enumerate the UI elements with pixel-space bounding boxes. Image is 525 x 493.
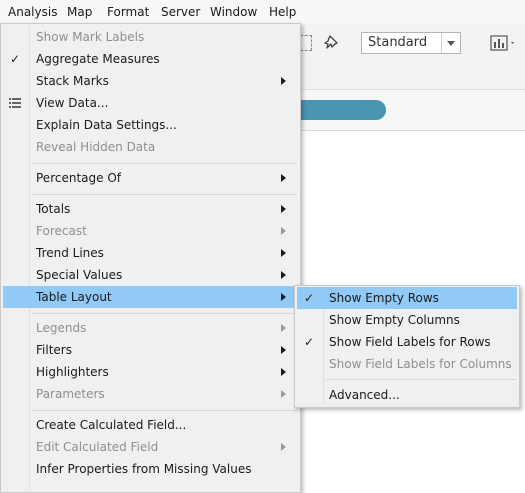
menu-item-label: Edit Calculated Field [36, 440, 159, 454]
menu-item-label: Table Layout [36, 290, 112, 304]
menu-item-reveal-hidden-data[interactable]: Reveal Hidden Data [3, 136, 298, 158]
menu-item-label: Special Values [36, 268, 123, 282]
menu-item-legends[interactable]: Legends [3, 317, 298, 339]
menu-item-label: Percentage Of [36, 171, 121, 185]
menu-item-label: Parameters [36, 387, 105, 401]
fit-select-value: Standard [368, 35, 428, 50]
analysis-menu: Show Mark Labels ✓ Aggregate Measures St… [0, 23, 301, 493]
menu-item-special-values[interactable]: Special Values [3, 264, 298, 286]
menu-separator [32, 410, 297, 411]
menu-item-show-empty-columns[interactable]: Show Empty Columns [297, 309, 517, 331]
menubar-help[interactable]: Help [264, 0, 301, 24]
menu-item-parameters[interactable]: Parameters [3, 383, 298, 405]
menu-item-label: Stack Marks [36, 74, 109, 88]
submenu-arrow-icon [281, 368, 286, 376]
menu-item-view-data[interactable]: View Data... [3, 92, 298, 114]
menu-item-label: Show Field Labels for Columns [329, 357, 512, 371]
menu-item-highlighters[interactable]: Highlighters [3, 361, 298, 383]
menu-item-label: Totals [36, 202, 71, 216]
menu-item-label: Show Mark Labels [36, 30, 145, 44]
pin-icon[interactable] [323, 33, 343, 53]
menu-item-show-field-labels-columns[interactable]: Show Field Labels for Columns [297, 353, 517, 375]
menu-item-show-field-labels-rows[interactable]: ✓ Show Field Labels for Rows [297, 331, 517, 353]
menu-item-explain-data-settings[interactable]: Explain Data Settings... [3, 114, 298, 136]
menu-item-label: Trend Lines [36, 246, 104, 260]
menu-item-label: Aggregate Measures [36, 52, 160, 66]
show-me-icon[interactable] [490, 33, 518, 53]
menu-item-label: Reveal Hidden Data [36, 140, 156, 154]
menu-item-table-layout[interactable]: Table Layout [3, 286, 298, 308]
menubar-format[interactable]: Format [102, 0, 154, 24]
checkmark-icon: ✓ [303, 291, 315, 305]
submenu-arrow-icon [281, 227, 286, 235]
menu-bar: Analysis Map Format Server Window Help [0, 0, 525, 25]
menubar-server[interactable]: Server [156, 0, 205, 24]
chevron-down-icon[interactable] [441, 33, 460, 53]
menu-item-label: Advanced... [329, 388, 400, 402]
checkmark-icon: ✓ [303, 335, 315, 349]
menu-item-show-mark-labels[interactable]: Show Mark Labels [3, 26, 298, 48]
menu-item-trend-lines[interactable]: Trend Lines [3, 242, 298, 264]
submenu-arrow-icon [281, 293, 286, 301]
menu-item-label: Show Empty Rows [329, 291, 439, 305]
menu-item-filters[interactable]: Filters [3, 339, 298, 361]
menu-item-label: Legends [36, 321, 87, 335]
menu-item-percentage-of[interactable]: Percentage Of [3, 167, 298, 189]
menu-item-label: Show Field Labels for Rows [329, 335, 491, 349]
menu-item-label: Highlighters [36, 365, 109, 379]
menu-item-label: Create Calculated Field... [36, 418, 187, 432]
menu-item-totals[interactable]: Totals [3, 198, 298, 220]
menu-separator [32, 163, 297, 164]
menu-item-label: Filters [36, 343, 72, 357]
submenu-arrow-icon [281, 77, 286, 85]
menu-separator [326, 379, 516, 380]
menu-separator [32, 313, 297, 314]
menu-item-stack-marks[interactable]: Stack Marks [3, 70, 298, 92]
submenu-arrow-icon [281, 390, 286, 398]
menu-item-label: View Data... [36, 96, 109, 110]
menu-item-create-calculated-field[interactable]: Create Calculated Field... [3, 414, 298, 436]
menu-item-infer-properties[interactable]: Infer Properties from Missing Values [3, 458, 298, 480]
menu-item-label: Show Empty Columns [329, 313, 460, 327]
submenu-arrow-icon [281, 174, 286, 182]
menubar-analysis[interactable]: Analysis [3, 0, 62, 24]
menu-separator [32, 194, 297, 195]
fit-select[interactable]: Standard [361, 32, 461, 54]
submenu-arrow-icon [281, 205, 286, 213]
submenu-arrow-icon [281, 443, 286, 451]
menu-item-forecast[interactable]: Forecast [3, 220, 298, 242]
menu-item-advanced[interactable]: Advanced... [297, 384, 517, 406]
menu-item-label: Forecast [36, 224, 87, 238]
submenu-arrow-icon [281, 346, 286, 354]
menu-item-aggregate-measures[interactable]: ✓ Aggregate Measures [3, 48, 298, 70]
menu-item-show-empty-rows[interactable]: ✓ Show Empty Rows [297, 287, 517, 309]
submenu-arrow-icon [281, 324, 286, 332]
view-data-icon [9, 98, 21, 108]
submenu-arrow-icon [281, 271, 286, 279]
menu-item-edit-calculated-field[interactable]: Edit Calculated Field [3, 436, 298, 458]
menubar-map[interactable]: Map [62, 0, 97, 24]
submenu-arrow-icon [281, 249, 286, 257]
table-layout-submenu: ✓ Show Empty Rows Show Empty Columns ✓ S… [294, 285, 520, 408]
menu-item-label: Explain Data Settings... [36, 118, 177, 132]
checkmark-icon: ✓ [9, 52, 21, 66]
menubar-window[interactable]: Window [205, 0, 262, 24]
menu-item-label: Infer Properties from Missing Values [36, 462, 252, 476]
